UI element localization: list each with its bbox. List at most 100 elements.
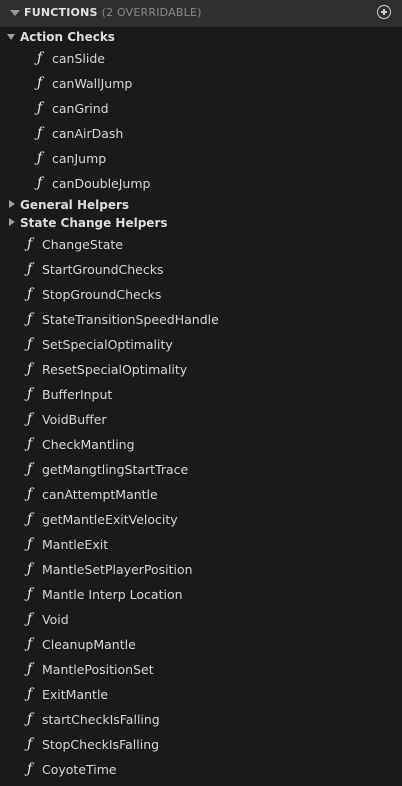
function-name: StopCheckIsFalling xyxy=(42,737,160,752)
function-icon: ƒ xyxy=(27,661,33,677)
functions-section-header[interactable]: FUNCTIONS (2 OVERRIDABLE) xyxy=(0,0,402,28)
function-icon: ƒ xyxy=(27,586,33,602)
function-name: startCheckIsFalling xyxy=(42,712,160,727)
function-item[interactable]: ƒ Mantle Interp Location xyxy=(0,582,402,607)
category-row[interactable]: State Change Helpers xyxy=(0,214,402,232)
function-icon: ƒ xyxy=(27,311,33,327)
functions-section-title: FUNCTIONS (2 OVERRIDABLE) xyxy=(24,6,202,19)
function-icon: ƒ xyxy=(27,286,33,302)
function-icon: ƒ xyxy=(27,686,33,702)
function-item[interactable]: ƒ ChangeState xyxy=(0,232,402,257)
function-icon: ƒ xyxy=(37,175,43,191)
function-name: getMantleExitVelocity xyxy=(42,512,178,527)
function-item[interactable]: ƒ canWallJump xyxy=(0,71,402,96)
function-name: MantleExit xyxy=(42,537,109,552)
function-name: CheckMantling xyxy=(42,437,135,452)
function-icon: ƒ xyxy=(27,361,33,377)
function-icon: ƒ xyxy=(37,150,43,166)
function-item[interactable]: ƒ canDoubleJump xyxy=(0,171,402,196)
function-item[interactable]: ƒ CleanupMantle xyxy=(0,632,402,657)
function-name: MantlePositionSet xyxy=(42,662,154,677)
collapse-caret-icon[interactable] xyxy=(10,10,20,16)
function-icon: ƒ xyxy=(37,125,43,141)
function-name: BufferInput xyxy=(42,387,113,402)
function-icon: ƒ xyxy=(27,636,33,652)
function-name: StartGroundChecks xyxy=(42,262,164,277)
category-row[interactable]: Action Checks xyxy=(0,28,402,46)
function-item[interactable]: ƒ canSlide xyxy=(0,46,402,71)
function-name: ExitMantle xyxy=(42,687,109,702)
functions-title-text: FUNCTIONS xyxy=(24,6,98,19)
function-icon: ƒ xyxy=(27,486,33,502)
collapsed-arrow-icon[interactable] xyxy=(9,200,15,208)
function-icon: ƒ xyxy=(37,50,43,66)
function-item[interactable]: ƒ CheckMantling xyxy=(0,432,402,457)
collapsed-arrow-icon[interactable] xyxy=(9,218,15,226)
function-icon: ƒ xyxy=(27,711,33,727)
function-name: MantleSetPlayerPosition xyxy=(42,562,193,577)
function-name: canGrind xyxy=(52,101,109,116)
function-item[interactable]: ƒ Void xyxy=(0,607,402,632)
function-name: StateTransitionSpeedHandle xyxy=(42,312,219,327)
function-icon: ƒ xyxy=(27,761,33,777)
function-name: CoyoteTime xyxy=(42,762,117,777)
function-item[interactable]: ƒ startCheckIsFalling xyxy=(0,707,402,732)
function-icon: ƒ xyxy=(27,561,33,577)
function-name: canJump xyxy=(52,151,107,166)
category-label: State Change Helpers xyxy=(20,216,168,230)
category-label: Action Checks xyxy=(20,30,115,44)
category-row[interactable]: General Helpers xyxy=(0,196,402,214)
function-icon: ƒ xyxy=(37,75,43,91)
category-label: General Helpers xyxy=(20,198,130,212)
function-item[interactable]: ƒ getMantleExitVelocity xyxy=(0,507,402,532)
function-name: canSlide xyxy=(52,51,105,66)
function-item[interactable]: ƒ MantleSetPlayerPosition xyxy=(0,557,402,582)
function-item[interactable]: ƒ ExitMantle xyxy=(0,682,402,707)
overridable-count: (2 OVERRIDABLE) xyxy=(101,6,202,19)
function-item[interactable]: ƒ CoyoteTime xyxy=(0,757,402,782)
function-icon: ƒ xyxy=(37,100,43,116)
function-icon: ƒ xyxy=(27,436,33,452)
function-icon: ƒ xyxy=(27,336,33,352)
function-name: getMangtlingStartTrace xyxy=(42,462,189,477)
function-item[interactable]: ƒ canAirDash xyxy=(0,121,402,146)
function-name: canAttemptMantle xyxy=(42,487,158,502)
function-icon: ƒ xyxy=(27,736,33,752)
function-name: ResetSpecialOptimality xyxy=(42,362,188,377)
function-item[interactable]: ƒ BufferInput xyxy=(0,382,402,407)
function-item[interactable]: ƒ MantleExit xyxy=(0,532,402,557)
function-name: canAirDash xyxy=(52,126,124,141)
function-item[interactable]: ƒ StopCheckIsFalling xyxy=(0,732,402,757)
function-item[interactable]: ƒ StartGroundChecks xyxy=(0,257,402,282)
function-name: SetSpecialOptimality xyxy=(42,337,173,352)
function-item[interactable]: ƒ canGrind xyxy=(0,96,402,121)
function-name: canDoubleJump xyxy=(52,176,151,191)
function-item[interactable]: ƒ SetSpecialOptimality xyxy=(0,332,402,357)
function-icon: ƒ xyxy=(27,536,33,552)
function-icon: ƒ xyxy=(27,236,33,252)
function-name: ChangeState xyxy=(42,237,123,252)
function-item[interactable]: ƒ StopGroundChecks xyxy=(0,282,402,307)
function-item[interactable]: ƒ canJump xyxy=(0,146,402,171)
function-name: Void xyxy=(42,612,69,627)
function-item[interactable]: ƒ StateTransitionSpeedHandle xyxy=(0,307,402,332)
function-icon: ƒ xyxy=(27,411,33,427)
function-list: Action Checks ƒ canSlide ƒ canWallJump ƒ canGr… xyxy=(0,28,402,782)
my-blueprint-functions-panel: FUNCTIONS (2 OVERRIDABLE) Action Checks ƒ c… xyxy=(0,0,402,786)
function-name: StopGroundChecks xyxy=(42,287,162,302)
function-item[interactable]: ƒ VoidBuffer xyxy=(0,407,402,432)
function-icon: ƒ xyxy=(27,461,33,477)
function-item[interactable]: ƒ getMangtlingStartTrace xyxy=(0,457,402,482)
function-icon: ƒ xyxy=(27,511,33,527)
function-name: Mantle Interp Location xyxy=(42,587,183,602)
function-item[interactable]: ƒ MantlePositionSet xyxy=(0,657,402,682)
function-icon: ƒ xyxy=(27,261,33,277)
add-function-icon[interactable] xyxy=(377,5,391,19)
expanded-arrow-icon[interactable] xyxy=(7,34,15,40)
function-icon: ƒ xyxy=(27,611,33,627)
function-name: VoidBuffer xyxy=(42,412,107,427)
function-item[interactable]: ƒ canAttemptMantle xyxy=(0,482,402,507)
function-name: CleanupMantle xyxy=(42,637,136,652)
function-item[interactable]: ƒ ResetSpecialOptimality xyxy=(0,357,402,382)
function-icon: ƒ xyxy=(27,386,33,402)
